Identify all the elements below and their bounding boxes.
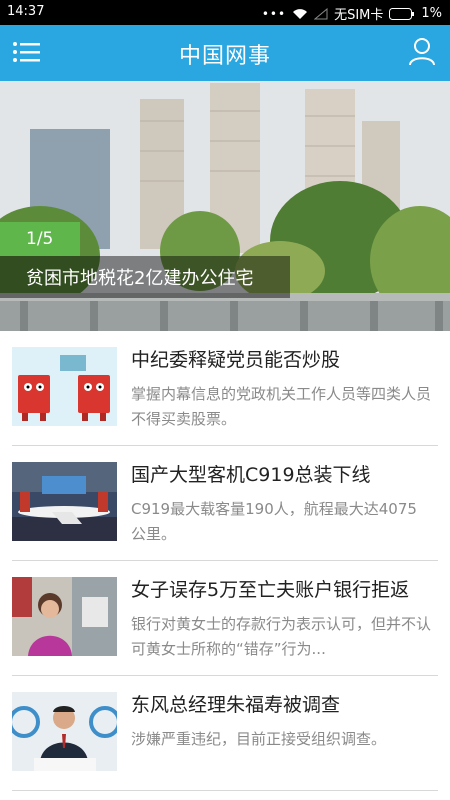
battery-icon (389, 7, 415, 20)
wifi-icon (293, 8, 308, 19)
news-item[interactable]: 东风总经理朱福寿被调查 涉嫌严重违纪，目前正接受组织调查。 (12, 676, 438, 791)
news-thumbnail (12, 462, 117, 541)
slide-caption: 贫困市地税花2亿建办公住宅 (26, 268, 254, 289)
news-summary: 银行对黄女士的存款行为表示认可，但并不认可黄女士所称的“错存”行为... (131, 615, 431, 658)
notification-dots: ••• (261, 6, 287, 21)
status-bar: 14:37 ••• 无SIM卡 1% (0, 0, 450, 25)
news-title: 东风总经理朱福寿被调查 (131, 694, 341, 716)
bank-woman-photo (12, 577, 117, 656)
news-summary: 掌握内幕信息的党政机关工作人员等四类人员不得买卖股票。 (131, 385, 431, 428)
aircraft-rollout-photo (12, 462, 117, 541)
news-thumbnail (12, 692, 117, 771)
app-header: 中国网事 (0, 25, 450, 81)
news-item[interactable]: 国产大型客机C919总装下线 C919最大载客量190人，航程最大达4075公里… (12, 446, 438, 561)
status-indicators: ••• 无SIM卡 1% (262, 4, 442, 23)
hero-slide[interactable]: 1/5 贫困市地税花2亿建办公住宅 (0, 81, 450, 331)
news-summary: 涉嫌严重违纪，目前正接受组织调查。 (131, 730, 387, 748)
party-books-illustration (12, 347, 117, 426)
news-summary: C919最大载客量190人，航程最大达4075公里。 (131, 500, 417, 543)
user-icon (409, 38, 435, 66)
news-title: 国产大型客机C919总装下线 (131, 464, 371, 486)
news-thumbnail (12, 347, 117, 426)
signal-icon (314, 7, 328, 19)
news-title: 中纪委释疑党员能否炒股 (131, 349, 341, 371)
speaker-portrait-photo (12, 692, 117, 771)
slide-counter: 1/5 (0, 222, 80, 256)
news-item[interactable]: 中纪委释疑党员能否炒股 掌握内幕信息的党政机关工作人员等四类人员不得买卖股票。 (12, 331, 438, 446)
news-item[interactable]: 女子误存5万至亡夫账户银行拒返 银行对黄女士的存款行为表示认可，但并不认可黄女士… (12, 561, 438, 676)
battery-level: 1% (421, 6, 442, 21)
carrier-label: 无SIM卡 (334, 8, 384, 23)
news-title: 女子误存5万至亡夫账户银行拒返 (131, 579, 410, 601)
status-time: 14:37 (7, 4, 45, 19)
user-button[interactable] (408, 37, 436, 67)
news-thumbnail (12, 577, 117, 656)
app-title: 中国网事 (178, 44, 271, 69)
